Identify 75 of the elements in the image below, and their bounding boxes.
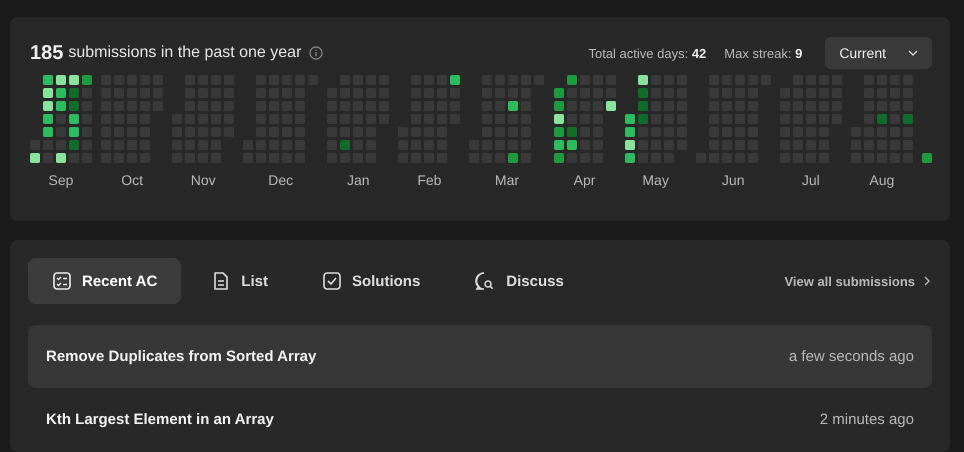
problem-title: Remove Duplicates from Sorted Array [46, 348, 316, 365]
day-cell[interactable] [638, 101, 648, 111]
month-label: Oct [121, 172, 143, 189]
submission-row[interactable]: Remove Duplicates from Sorted Array a few seconds ago [28, 325, 932, 388]
tab[interactable]: Recent AC [28, 258, 182, 304]
month-label: Jul [802, 172, 820, 189]
day-cell[interactable] [340, 140, 350, 150]
day-cell[interactable] [638, 75, 648, 85]
day-cell[interactable] [554, 88, 564, 98]
day-cell[interactable] [43, 75, 53, 85]
day-cell[interactable] [554, 127, 564, 137]
day-cell[interactable] [566, 75, 577, 85]
day-cell[interactable] [554, 140, 564, 150]
day-cell[interactable] [902, 114, 913, 124]
day-cell[interactable] [554, 153, 564, 163]
day-cell[interactable] [606, 101, 616, 111]
tab[interactable]: Solutions [298, 258, 444, 304]
day-cell[interactable] [56, 101, 66, 111]
submission-row[interactable]: Kth Largest Element in an Array 2 minutes ago [28, 388, 932, 451]
day-cell[interactable] [624, 140, 635, 150]
month-label: Nov [190, 172, 216, 189]
chevron-right-icon [924, 276, 930, 286]
submission-time: a few seconds ago [788, 348, 914, 365]
info-icon[interactable] [309, 46, 324, 60]
day-cell[interactable] [450, 75, 460, 85]
chevron-down-icon [908, 50, 918, 56]
month-label: Jun [722, 172, 744, 189]
month-label: Apr [574, 172, 596, 189]
day-cell[interactable] [69, 75, 79, 85]
day-cell[interactable] [922, 153, 932, 163]
day-cell[interactable] [56, 75, 66, 85]
month-label: Aug [869, 172, 894, 189]
month-label: Feb [417, 172, 442, 189]
day-cell[interactable] [30, 153, 40, 163]
month-label: Sep [48, 172, 74, 189]
day-cell[interactable] [69, 88, 79, 98]
day-cell[interactable] [624, 153, 635, 163]
tab[interactable]: Discuss [450, 258, 588, 304]
day-cell[interactable] [43, 101, 53, 111]
submission-time: 2 minutes ago [820, 411, 914, 428]
submission-count: 185 [30, 42, 64, 64]
day-cell[interactable] [554, 101, 564, 111]
day-cell[interactable] [638, 88, 648, 98]
day-cell[interactable] [69, 127, 79, 137]
checkbox-icon [322, 271, 342, 291]
month-label: May [642, 172, 669, 189]
day-cell[interactable] [624, 114, 635, 124]
day-cell[interactable] [56, 88, 66, 98]
period-dropdown[interactable]: Current [825, 37, 932, 69]
tab[interactable]: List [187, 258, 292, 304]
month-label: Dec [268, 172, 294, 189]
day-cell[interactable] [82, 75, 92, 85]
day-cell[interactable] [624, 127, 635, 137]
day-cell[interactable] [69, 140, 79, 150]
view-all-link[interactable]: View all submissions [784, 274, 930, 288]
day-cell[interactable] [508, 101, 518, 111]
month-label: Mar [494, 172, 520, 189]
day-cell[interactable] [56, 153, 66, 163]
day-cell[interactable] [638, 114, 648, 124]
day-cell[interactable] [876, 114, 887, 124]
day-cell[interactable] [43, 88, 53, 98]
day-cell[interactable] [69, 101, 79, 111]
day-cell[interactable] [566, 140, 577, 150]
day-cell[interactable] [508, 153, 518, 163]
day-cell[interactable] [566, 127, 577, 137]
day-cell[interactable] [43, 127, 53, 137]
problem-title: Kth Largest Element in an Array [46, 411, 274, 428]
month-label: Jan [347, 172, 370, 189]
day-cell[interactable] [69, 114, 79, 124]
day-cell[interactable] [554, 114, 564, 124]
checklist-icon [52, 271, 72, 291]
submission-caption: submissions in the past one year [68, 44, 302, 62]
stat-text: Max streak: 9 [724, 46, 802, 60]
day-cell[interactable] [43, 114, 53, 124]
stat-text: Total active days: 42 [588, 46, 706, 60]
